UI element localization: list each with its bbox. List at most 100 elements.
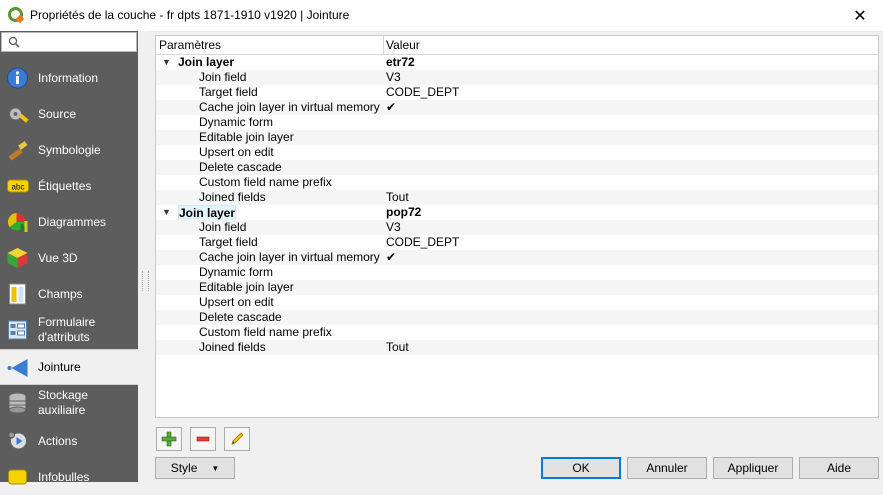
sidebar-item-source[interactable]: Source: [0, 96, 138, 132]
ok-button[interactable]: OK: [541, 457, 621, 479]
tree-row[interactable]: Upsert on edit: [156, 145, 878, 160]
expand-chevron-icon[interactable]: ▼: [162, 55, 171, 70]
checkmark-icon: ✔: [386, 100, 397, 114]
param-name: Dynamic form: [199, 115, 274, 129]
cancel-label: Annuler: [646, 461, 688, 475]
joins-tree[interactable]: Paramètres Valeur ▼ Join layer etr72 Join f…: [155, 35, 879, 418]
tree-row[interactable]: Custom field name prefix: [156, 325, 878, 340]
tree-row[interactable]: Upsert on edit: [156, 295, 878, 310]
style-dropdown-button[interactable]: Style ▼: [155, 457, 235, 479]
sidebar-item-label: Infobulles: [38, 469, 90, 484]
window-title: Propriétés de la couche - fr dpts 1871-1…: [30, 8, 350, 22]
expand-chevron-icon[interactable]: ▼: [162, 205, 171, 220]
sidebar-item-label: Information: [38, 70, 99, 85]
qgis-logo-icon: [8, 7, 24, 23]
add-join-button[interactable]: [156, 427, 182, 451]
tree-row[interactable]: Custom field name prefix: [156, 175, 878, 190]
param-name: Target field: [199, 235, 258, 249]
sidebar-item-label: Symbologie: [38, 142, 101, 157]
sidebar-item-label: Source: [38, 106, 77, 121]
tree-row[interactable]: Editable join layer: [156, 280, 878, 295]
param-value: etr72: [386, 55, 415, 69]
param-name: Upsert on edit: [199, 145, 274, 159]
search-icon: [8, 36, 20, 48]
tree-row[interactable]: Target field CODE_DEPT: [156, 235, 878, 250]
edit-join-icon: [231, 432, 244, 445]
tree-row[interactable]: Dynamic form: [156, 115, 878, 130]
close-button[interactable]: ✕: [837, 0, 883, 31]
sidebar-item-diagrammes[interactable]: Diagrammes: [0, 204, 138, 240]
param-name: Cache join layer in virtual memory: [199, 100, 380, 114]
param-name: Joined fields: [199, 340, 266, 354]
param-name: Cache join layer in virtual memory: [199, 250, 380, 264]
tree-row[interactable]: Delete cascade: [156, 160, 878, 175]
sidebar-splitter[interactable]: [139, 31, 151, 482]
remove-join-icon: [196, 436, 210, 442]
info-icon: [7, 67, 28, 89]
actions-icon: [8, 431, 27, 450]
sidebar-item-formulaire[interactable]: Formulaire d'attributs: [0, 312, 138, 348]
remove-join-button[interactable]: [190, 427, 216, 451]
close-icon: ✕: [853, 7, 867, 25]
tree-row[interactable]: Delete cascade: [156, 310, 878, 325]
diagram-icon: [7, 213, 28, 232]
param-name: Delete cascade: [199, 310, 282, 324]
join-layer-row[interactable]: ▼ Join layer pop72: [156, 205, 878, 222]
cancel-button[interactable]: Annuler: [627, 457, 707, 479]
param-value: Tout: [386, 190, 409, 204]
tree-row[interactable]: Cache join layer in virtual memory ✔: [156, 250, 878, 265]
labels-icon: abc: [7, 179, 29, 193]
cube-3d-icon: [7, 248, 28, 268]
edit-join-button[interactable]: [224, 427, 250, 451]
sidebar-item-information[interactable]: Information: [0, 60, 138, 96]
help-label: Aide: [826, 461, 852, 475]
sidebar-item-label: Jointure: [38, 359, 81, 374]
param-name: Join field: [199, 220, 247, 234]
sidebar-item-symbologie[interactable]: Symbologie: [0, 132, 138, 168]
param-name: Delete cascade: [199, 160, 282, 174]
sidebar-item-étiquettes[interactable]: abc Étiquettes: [0, 168, 138, 204]
param-value: CODE_DEPT: [386, 235, 460, 249]
splitter-grip[interactable]: [142, 271, 149, 291]
tree-row[interactable]: Cache join layer in virtual memory ✔: [156, 100, 878, 115]
symbology-icon: [8, 141, 28, 161]
param-name: Join field: [199, 70, 247, 84]
param-name: Editable join layer: [199, 280, 294, 294]
tree-row[interactable]: Join field V3: [156, 70, 878, 85]
tree-row[interactable]: Join field V3: [156, 220, 878, 235]
tree-row[interactable]: Dynamic form: [156, 265, 878, 280]
param-value: Tout: [386, 340, 409, 354]
sidebar-item-actions[interactable]: Actions: [0, 423, 138, 459]
ok-label: OK: [572, 461, 590, 475]
tooltip-icon: [8, 469, 27, 485]
join-layer-row[interactable]: ▼ Join layer etr72: [156, 55, 878, 70]
param-value: CODE_DEPT: [386, 85, 460, 99]
tree-row[interactable]: Joined fields Tout: [156, 190, 878, 205]
help-button[interactable]: Aide: [799, 457, 879, 479]
form-icon: [8, 320, 27, 340]
tree-row[interactable]: Target field CODE_DEPT: [156, 85, 878, 100]
sidebar-item-jointure[interactable]: Jointure: [0, 349, 138, 385]
apply-button[interactable]: Appliquer: [713, 457, 793, 479]
param-name: Target field: [199, 85, 258, 99]
sidebar-item-label: Stockage auxiliaire: [38, 388, 89, 417]
checkmark-icon: ✔: [386, 250, 397, 264]
search-input[interactable]: [1, 32, 137, 52]
sidebar-item-label: Étiquettes: [38, 178, 92, 193]
param-name: Upsert on edit: [199, 295, 274, 309]
column-divider[interactable]: [383, 36, 384, 54]
tree-row[interactable]: Joined fields Tout: [156, 340, 878, 355]
param-value: V3: [386, 220, 401, 234]
svg-text:abc: abc: [12, 183, 25, 192]
tree-row[interactable]: Editable join layer: [156, 130, 878, 145]
param-value: pop72: [386, 205, 422, 219]
column-header-parametres[interactable]: Paramètres: [159, 38, 221, 52]
column-header-valeur[interactable]: Valeur: [386, 38, 420, 52]
sidebar-item-vue-3d[interactable]: Vue 3D: [0, 240, 138, 276]
chevron-down-icon: ▼: [211, 463, 220, 473]
sidebar-item-champs[interactable]: Champs: [0, 276, 138, 312]
sidebar-item-label: Actions: [38, 433, 78, 448]
sidebar-item-infobulles[interactable]: Infobulles: [0, 459, 138, 495]
sidebar-item-stockage[interactable]: Stockage auxiliaire: [0, 385, 138, 421]
param-value: V3: [386, 70, 401, 84]
